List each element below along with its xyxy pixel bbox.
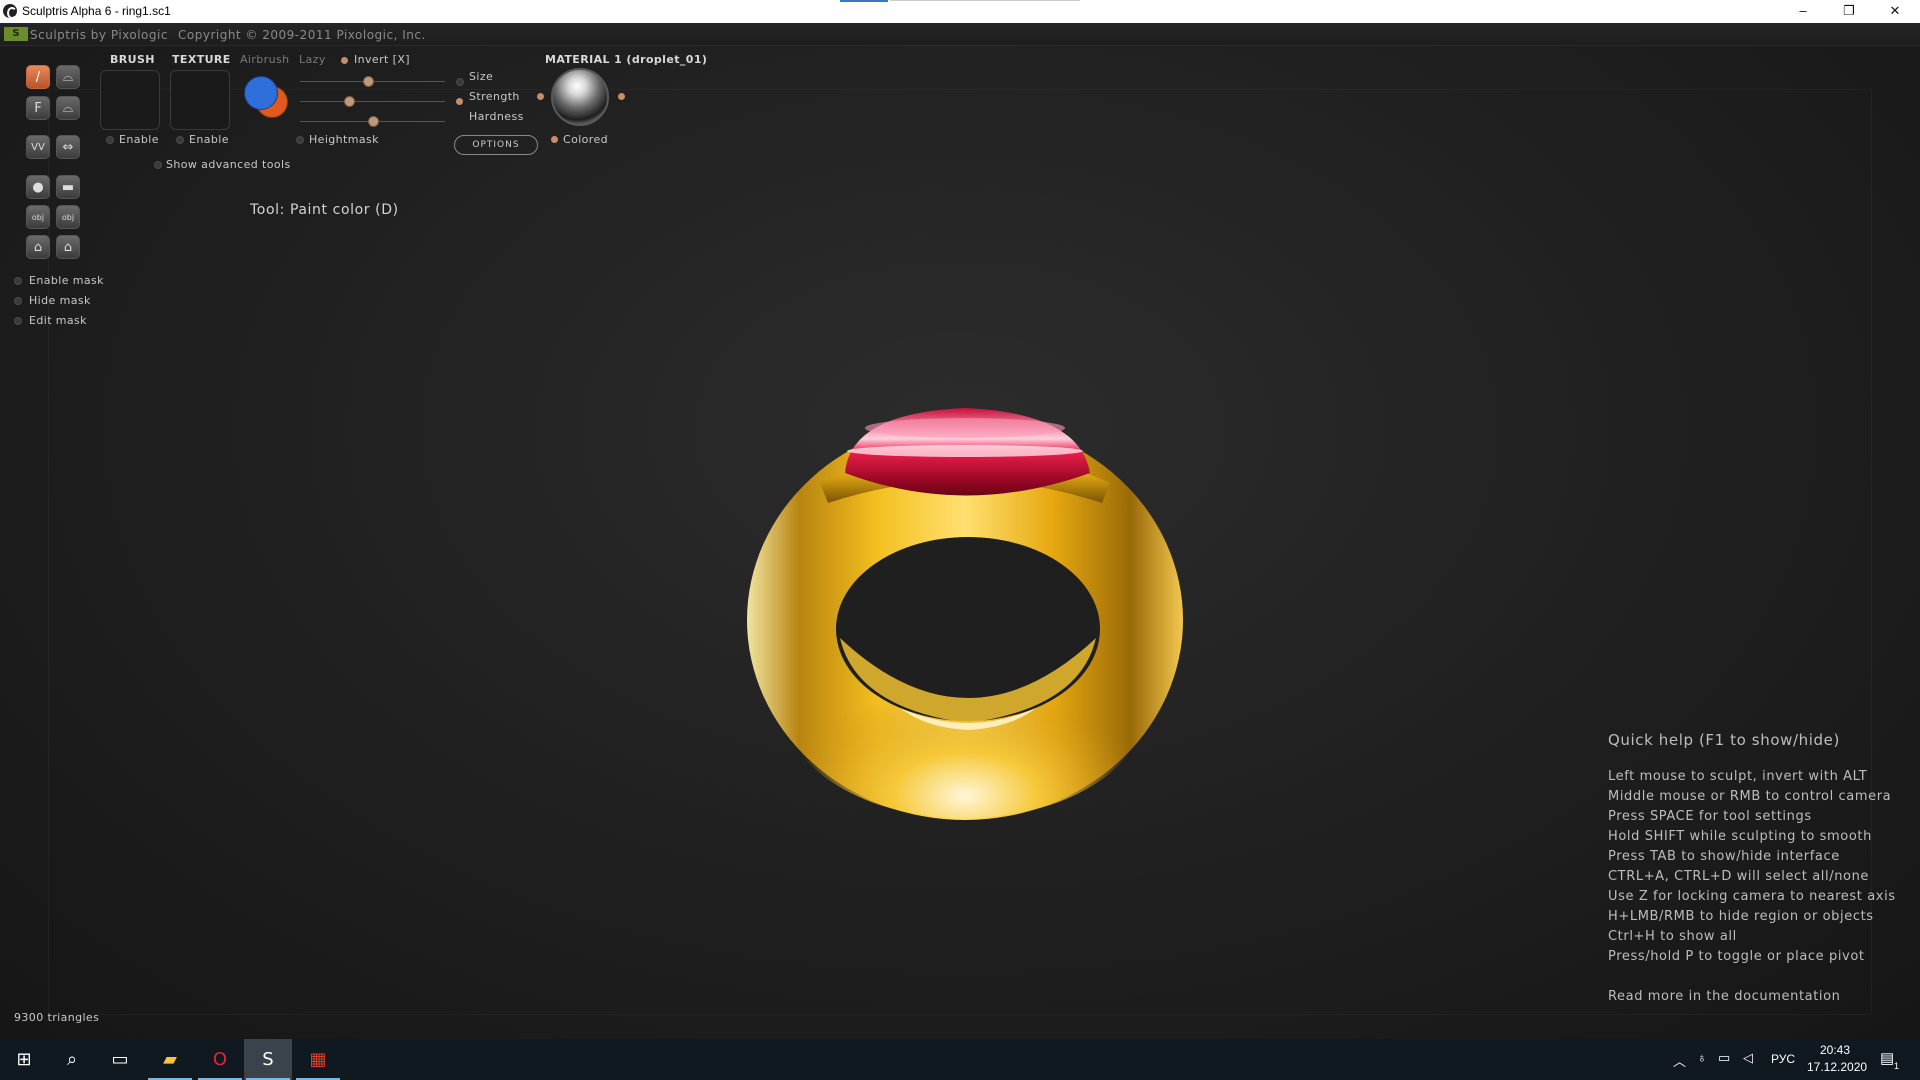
minimize-button[interactable]: –	[1780, 0, 1826, 23]
viewport[interactable]: S Sculptris by Pixologic Copyright © 200…	[0, 23, 1920, 1039]
heightmask-label[interactable]: Heightmask	[309, 133, 379, 146]
sculptris-taskbar-icon[interactable]: S	[244, 1039, 292, 1080]
help-line: H+LMB/RMB to hide region or objects	[1608, 909, 1874, 924]
help-line: Left mouse to sculpt, invert with ALT	[1608, 769, 1868, 784]
help-line: Press SPACE for tool settings	[1608, 809, 1812, 824]
tray-chevron-icon[interactable]: ︿	[1673, 1051, 1686, 1070]
windows-start-icon[interactable]: ⊞	[0, 1039, 48, 1080]
advanced-tools-checkbox[interactable]	[154, 161, 162, 169]
title-indicator-line	[890, 0, 1080, 1]
lock-icon[interactable]: ⌂	[26, 235, 50, 259]
search-icon[interactable]: ⌕	[48, 1039, 96, 1080]
invert-label[interactable]: Invert [X]	[354, 53, 410, 66]
language-indicator[interactable]: РУС	[1771, 1052, 1795, 1066]
clock-time[interactable]: 20:43	[1820, 1043, 1850, 1057]
pixologic-logo[interactable]: S	[4, 27, 28, 41]
lazy-toggle[interactable]: Lazy	[299, 53, 326, 66]
strength-pressure-checkbox[interactable]	[456, 98, 463, 105]
colored-label[interactable]: Colored	[563, 133, 608, 146]
clock-date[interactable]: 17.12.2020	[1807, 1060, 1867, 1074]
help-line: Use Z for locking camera to nearest axis	[1608, 889, 1896, 904]
sculptris-app-icon	[3, 4, 17, 19]
size-label: Size	[469, 70, 494, 83]
help-line: Middle mouse or RMB to control camera	[1608, 789, 1892, 804]
app-name: Sculptris by Pixologic	[30, 28, 168, 42]
help-title: Quick help (F1 to show/hide)	[1608, 731, 1840, 749]
export-obj-icon[interactable]: obj	[56, 205, 80, 229]
enable-mask-label[interactable]: Enable mask	[29, 274, 104, 287]
colored-checkbox[interactable]	[551, 136, 558, 143]
brush-header: BRUSH	[110, 53, 155, 66]
window-title: Sculptris Alpha 6 - ring1.sc1	[22, 4, 171, 18]
material-left-dot[interactable]	[537, 93, 544, 100]
grab-icon[interactable]: ⇔	[56, 135, 80, 159]
brush-slot[interactable]	[100, 70, 160, 130]
bumpy-icon[interactable]: ⌓	[56, 65, 80, 89]
task-view-icon[interactable]: ▭	[96, 1039, 144, 1080]
advanced-tools-label[interactable]: Show advanced tools	[166, 158, 291, 171]
texture-header: TEXTURE	[172, 53, 231, 66]
options-button[interactable]: OPTIONS	[454, 135, 538, 155]
texture-enable-checkbox[interactable]	[176, 136, 184, 144]
winrar-icon[interactable]: ▦	[294, 1039, 342, 1080]
ring-model[interactable]	[740, 378, 1190, 843]
microphone-icon[interactable]: ♁	[1697, 1050, 1707, 1065]
volume-icon[interactable]: ◁	[1743, 1050, 1753, 1066]
sphere-icon[interactable]: ●	[26, 175, 50, 199]
app-header: S Sculptris by Pixologic Copyright © 200…	[0, 23, 1920, 46]
size-pressure-checkbox[interactable]	[456, 78, 464, 86]
material-preview[interactable]	[551, 68, 609, 126]
network-icon[interactable]: ▭	[1718, 1050, 1730, 1066]
hide-mask-label[interactable]: Hide mask	[29, 294, 91, 307]
notification-count: 1	[1894, 1061, 1900, 1071]
material-header: MATERIAL 1 (droplet_01)	[545, 53, 708, 66]
title-bar: Sculptris Alpha 6 - ring1.sc1 – ❐ ✕	[0, 0, 1920, 23]
invert-checkbox[interactable]	[341, 57, 348, 64]
help-line: CTRL+A, CTRL+D will select all/none	[1608, 869, 1870, 884]
copyright-text: Copyright © 2009-2011 Pixologic, Inc.	[178, 28, 426, 42]
import-obj-icon[interactable]: obj	[26, 205, 50, 229]
hardness-label: Hardness	[469, 110, 524, 123]
strength-slider-track[interactable]	[300, 101, 445, 102]
help-line: Hold SHIFT while sculpting to smooth	[1608, 829, 1872, 844]
edit-mask-checkbox[interactable]	[14, 317, 22, 325]
taskbar: ⊞ ⌕ ▭ ▰ O S ▦ ︿ ♁ ▭ ◁ РУС 20:43 17.12.20…	[0, 1039, 1920, 1080]
paint-brush-icon[interactable]: /	[26, 65, 50, 89]
close-button[interactable]: ✕	[1872, 0, 1918, 23]
plane-icon[interactable]: ▬	[56, 175, 80, 199]
flatten-icon[interactable]: F	[26, 96, 50, 120]
crease-icon[interactable]: VV	[26, 135, 50, 159]
brush-enable-label[interactable]: Enable	[119, 133, 159, 146]
edit-mask-label[interactable]: Edit mask	[29, 314, 87, 327]
title-indicator	[840, 0, 888, 2]
texture-enable-label[interactable]: Enable	[189, 133, 229, 146]
brush-enable-checkbox[interactable]	[106, 136, 114, 144]
documentation-link[interactable]: Read more in the documentation	[1608, 989, 1841, 1004]
hide-mask-checkbox[interactable]	[14, 297, 22, 305]
size-slider-knob[interactable]	[363, 76, 375, 87]
help-line: Ctrl+H to show all	[1608, 929, 1737, 944]
strength-label: Strength	[469, 90, 520, 103]
tool-status: Tool: Paint color (D)	[250, 202, 399, 218]
opera-icon[interactable]: O	[196, 1039, 244, 1080]
material-right-dot[interactable]	[618, 93, 625, 100]
maximize-button[interactable]: ❐	[1826, 0, 1872, 23]
primary-color-swatch[interactable]	[244, 76, 278, 110]
save-icon[interactable]: ⌂	[56, 235, 80, 259]
help-line: Press/hold P to toggle or place pivot	[1608, 949, 1865, 964]
triangle-count: 9300 triangles	[14, 1011, 100, 1024]
file-explorer-icon[interactable]: ▰	[146, 1039, 194, 1080]
notifications-icon[interactable]: ▤	[1880, 1049, 1894, 1067]
smooth-icon[interactable]: ⌓	[56, 96, 80, 120]
texture-slot[interactable]	[170, 70, 230, 130]
enable-mask-checkbox[interactable]	[14, 277, 22, 285]
help-line: Press TAB to show/hide interface	[1608, 849, 1840, 864]
heightmask-checkbox[interactable]	[296, 136, 304, 144]
airbrush-toggle[interactable]: Airbrush	[240, 53, 289, 66]
hardness-slider-knob[interactable]	[367, 116, 379, 127]
